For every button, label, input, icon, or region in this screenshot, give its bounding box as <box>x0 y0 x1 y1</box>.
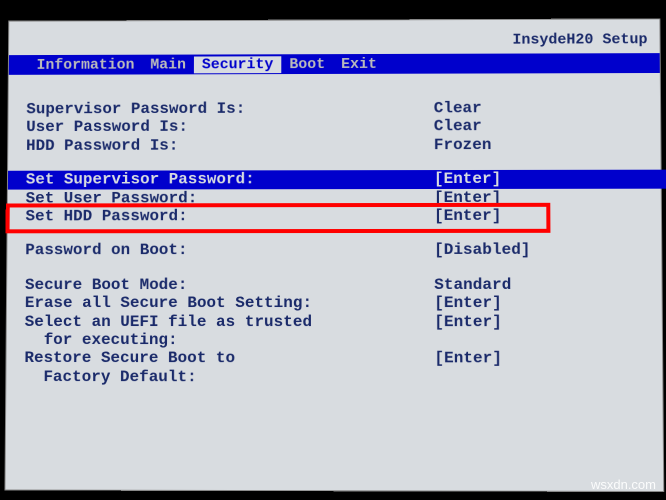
row-user-password-is: User Password Is: Clear <box>26 117 642 137</box>
value-set-supervisor-password: [Enter] <box>434 170 501 188</box>
label-password-on-boot: Password on Boot: <box>25 241 434 260</box>
row-set-hdd-password[interactable]: Set HDD Password: [Enter] <box>25 207 642 226</box>
row-supervisor-password-is: Supervisor Password Is: Clear <box>26 99 642 119</box>
label-set-user-password: Set User Password: <box>26 189 434 208</box>
label-erase-secure-boot: Erase all Secure Boot Setting: <box>25 294 434 312</box>
label-supervisor-password-is: Supervisor Password Is: <box>26 99 433 118</box>
row-secure-boot-mode[interactable]: Secure Boot Mode: Standard <box>25 276 644 295</box>
value-erase-secure-boot: [Enter] <box>434 294 502 312</box>
menu-bar: Information Main Security Boot Exit <box>9 53 660 75</box>
row-hdd-password-is: HDD Password Is: Frozen <box>26 136 642 155</box>
firmware-brand: InsydeH20 <box>512 31 593 48</box>
label-restore-secure-boot: Restore Secure Boot to Factory Default: <box>24 349 434 386</box>
row-set-user-password[interactable]: Set User Password: [Enter] <box>26 188 643 207</box>
value-password-on-boot: [Disabled] <box>434 241 530 259</box>
value-supervisor-password-is: Clear <box>434 99 482 117</box>
label-set-hdd-password: Set HDD Password: <box>25 207 434 226</box>
value-set-hdd-password: [Enter] <box>434 207 501 225</box>
label-secure-boot-mode: Secure Boot Mode: <box>25 276 434 294</box>
tab-information[interactable]: Information <box>29 56 143 73</box>
security-content: Supervisor Password Is: Clear User Passw… <box>6 79 662 387</box>
value-user-password-is: Clear <box>434 118 482 136</box>
label-user-password-is: User Password Is: <box>26 118 434 137</box>
row-select-uefi-file[interactable]: Select an UEFI file as trusted for execu… <box>25 313 644 350</box>
bios-screen: InsydeH20 Setup Information Main Securit… <box>4 18 664 492</box>
label-select-uefi-file: Select an UEFI file as trusted for execu… <box>25 313 435 350</box>
tab-security[interactable]: Security <box>194 56 281 73</box>
watermark: wsxdn.com <box>591 477 656 492</box>
tab-main[interactable]: Main <box>142 56 194 73</box>
row-set-supervisor-password[interactable]: Set Supervisor Password: [Enter] <box>8 170 666 189</box>
firmware-title: InsydeH20 Setup <box>512 31 647 48</box>
label-hdd-password-is: HDD Password Is: <box>26 136 434 155</box>
value-set-user-password: [Enter] <box>434 188 501 206</box>
row-erase-secure-boot[interactable]: Erase all Secure Boot Setting: [Enter] <box>25 294 644 312</box>
label-set-supervisor-password: Set Supervisor Password: <box>26 170 434 189</box>
firmware-mode: Setup <box>602 31 647 48</box>
row-restore-secure-boot[interactable]: Restore Secure Boot to Factory Default: … <box>24 349 644 386</box>
value-select-uefi-file: [Enter] <box>434 313 502 350</box>
tab-exit[interactable]: Exit <box>333 55 385 72</box>
value-hdd-password-is: Frozen <box>434 136 492 154</box>
tab-boot[interactable]: Boot <box>281 56 333 73</box>
value-restore-secure-boot: [Enter] <box>434 350 502 387</box>
row-password-on-boot[interactable]: Password on Boot: [Disabled] <box>25 241 643 260</box>
value-secure-boot-mode: Standard <box>434 276 511 294</box>
